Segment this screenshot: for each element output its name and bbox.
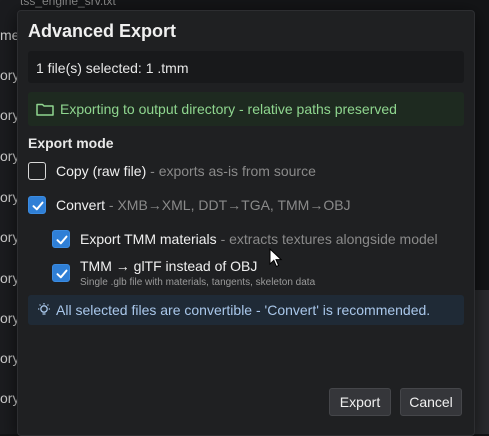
advanced-export-dialog: Advanced Export 1 file(s) selected: 1 .t… [17,10,475,436]
output-directory-notice: Exporting to output directory - relative… [28,92,464,126]
selection-summary-text: 1 file(s) selected: 1 .tmm [36,60,189,76]
copy-raw-label-text: Copy (raw file) [56,163,147,179]
checkmark-icon [56,235,68,245]
export-tmm-materials-option[interactable]: Export TMM materials - extracts textures… [52,230,472,250]
tmm-gltf-checkbox[interactable] [52,264,70,282]
export-mode-label: Export mode [28,135,114,151]
copy-raw-option[interactable]: Copy (raw file) - exports as-is from sou… [28,162,428,182]
tmm-gltf-description: Single .glb file with materials, tangent… [80,277,316,288]
checkmark-icon [32,201,44,211]
convert-label-text: Convert [56,197,106,213]
folder-icon [36,102,54,121]
convert-hint: - XMB→XML, DDT→TGA, TMM→OBJ [108,197,351,213]
copy-raw-hint: - exports as-is from source [150,163,316,179]
selection-summary: 1 file(s) selected: 1 .tmm [28,51,464,83]
copy-raw-label: Copy (raw file) - exports as-is from sou… [56,163,316,179]
export-tmm-materials-hint: - extracts textures alongside model [220,231,438,247]
export-tmm-materials-label-text: Export TMM materials [80,231,217,247]
convert-label: Convert - XMB→XML, DDT→TGA, TMM→OBJ [56,197,351,213]
tmm-gltf-label: TMM → glTF instead of OBJ [80,258,258,274]
convert-checkbox[interactable] [28,196,46,214]
tmm-gltf-option[interactable]: TMM → glTF instead of OBJ Single .glb fi… [52,258,472,292]
recommendation-notice: All selected files are convertible - 'Co… [28,295,464,325]
checkmark-icon [56,269,68,279]
background-viewport [473,290,489,434]
recommendation-text: All selected files are convertible - 'Co… [56,302,431,318]
convert-option[interactable]: Convert - XMB→XML, DDT→TGA, TMM→OBJ [28,196,428,216]
export-tmm-materials-checkbox[interactable] [52,230,70,248]
mouse-cursor-icon [269,247,283,273]
dialog-title: Advanced Export [28,21,177,41]
copy-raw-checkbox[interactable] [28,162,46,180]
export-tmm-materials-label: Export TMM materials - extracts textures… [80,231,438,247]
export-button[interactable]: Export [329,388,391,416]
background-file-name: tss_engine_srv.txt [20,0,116,8]
output-directory-notice-text: Exporting to output directory - relative… [60,101,397,117]
cancel-button[interactable]: Cancel [400,388,462,416]
lightbulb-icon [36,302,52,323]
